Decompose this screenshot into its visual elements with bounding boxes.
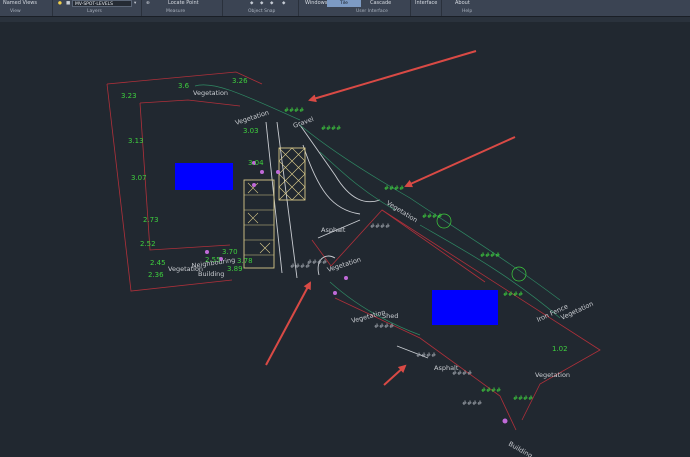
area-label: Building <box>507 440 534 457</box>
area-label: Shed <box>382 312 398 320</box>
hash-mark-group: #### #### #### #### #### #### #### #### … <box>284 107 533 407</box>
drawing-canvas[interactable]: 3.6 3.26 3.23 3.13 3.07 3.03 3.04 2.73 2… <box>0 22 690 457</box>
help-panel-label: Help <box>462 9 473 14</box>
ribbon-separator <box>141 0 142 16</box>
hash-mark: #### <box>462 400 482 407</box>
snap-icon[interactable]: ◆ <box>280 0 287 7</box>
chevron-down-icon[interactable]: ▾ <box>132 0 138 7</box>
area-label: Vegetation <box>326 255 362 273</box>
spot-level: 2.36 <box>148 271 164 279</box>
measure-panel-label: Measure <box>166 9 186 14</box>
measure-tool-icon[interactable]: ⊕ <box>144 0 152 7</box>
boundary-lines <box>106 71 601 431</box>
hash-mark: #### <box>481 387 501 394</box>
tile-button[interactable]: Tile <box>327 0 361 7</box>
arrow-3 <box>265 281 311 366</box>
annotation-arrows <box>265 50 516 386</box>
arrow-1 <box>308 50 477 103</box>
locate-point-button[interactable]: Locate Point <box>168 0 199 7</box>
area-label: Building <box>198 270 224 278</box>
snap-icon[interactable]: ◆ <box>268 0 275 7</box>
hash-mark: #### <box>321 125 341 132</box>
about-button[interactable]: About <box>455 0 470 7</box>
hash-mark: #### <box>374 323 394 330</box>
spot-level: 3.26 <box>232 77 248 85</box>
ribbon-separator <box>222 0 223 16</box>
area-label: Vegetation <box>535 371 570 379</box>
ribbon-separator <box>298 0 299 16</box>
snap-icon[interactable]: ◆ <box>258 0 265 7</box>
hash-mark: #### <box>416 352 436 359</box>
spot-level: 2.52 <box>140 240 156 248</box>
spot-level: 2.45 <box>150 259 166 267</box>
arrow-4 <box>383 364 407 386</box>
area-label: Asphalt <box>434 364 459 372</box>
road-lines <box>265 121 429 359</box>
spot-level-group: 3.6 3.26 3.23 3.13 3.07 3.03 3.04 2.73 2… <box>121 77 568 353</box>
spot-level: 3.78 <box>237 257 253 265</box>
user-interface-panel-label: User Interface <box>356 9 388 14</box>
spot-level: 3.70 <box>222 248 238 256</box>
spot-level: 3.03 <box>243 127 259 135</box>
arrow-2 <box>404 136 516 188</box>
spot-level: 3.13 <box>128 137 144 145</box>
hash-mark: #### <box>284 107 304 114</box>
hash-mark: #### <box>422 213 442 220</box>
area-label: Vegetation <box>234 108 270 126</box>
hash-mark: #### <box>480 252 500 259</box>
spot-level: 3.04 <box>248 159 264 167</box>
ribbon-separator <box>52 0 53 16</box>
building-block-2[interactable] <box>432 290 498 325</box>
spot-level: 2.73 <box>143 216 159 224</box>
spot-level: 3.23 <box>121 92 137 100</box>
spot-level: 3.89 <box>227 265 243 273</box>
layer-settings-icon[interactable]: ■ <box>64 0 72 7</box>
spot-level: 1.02 <box>552 345 568 353</box>
spot-level: 3.07 <box>131 174 147 182</box>
interface-button[interactable]: Interface <box>415 0 437 7</box>
lightbulb-icon[interactable]: ● <box>56 0 64 7</box>
hash-mark: #### <box>384 185 404 192</box>
named-views-button[interactable]: Named Views <box>3 0 37 7</box>
object-snap-panel-label: Object Snap <box>248 9 276 14</box>
windows-label: Windows <box>305 0 328 6</box>
ribbon-separator <box>441 0 442 16</box>
hash-mark: #### <box>370 223 390 230</box>
layers-panel-label: Layers <box>87 9 102 14</box>
hash-mark: #### <box>513 395 533 402</box>
layer-combo[interactable]: MV-SPOT-LEVELS <box>72 0 132 7</box>
area-label: Asphalt <box>321 226 346 234</box>
area-label: Vegetation <box>193 89 228 97</box>
spot-level: 3.6 <box>178 82 190 90</box>
cascade-button[interactable]: Cascade <box>370 0 391 7</box>
hash-mark: #### <box>307 259 327 266</box>
view-panel-label: View <box>10 9 21 14</box>
snap-icon[interactable]: ◆ <box>248 0 255 7</box>
ribbon: Named Views View ● ■ MV-SPOT-LEVELS ▾ La… <box>0 0 690 17</box>
area-label: Vegetation <box>385 199 419 224</box>
hash-mark: #### <box>503 291 523 298</box>
building-block-1[interactable] <box>175 163 233 190</box>
ribbon-separator <box>410 0 411 16</box>
